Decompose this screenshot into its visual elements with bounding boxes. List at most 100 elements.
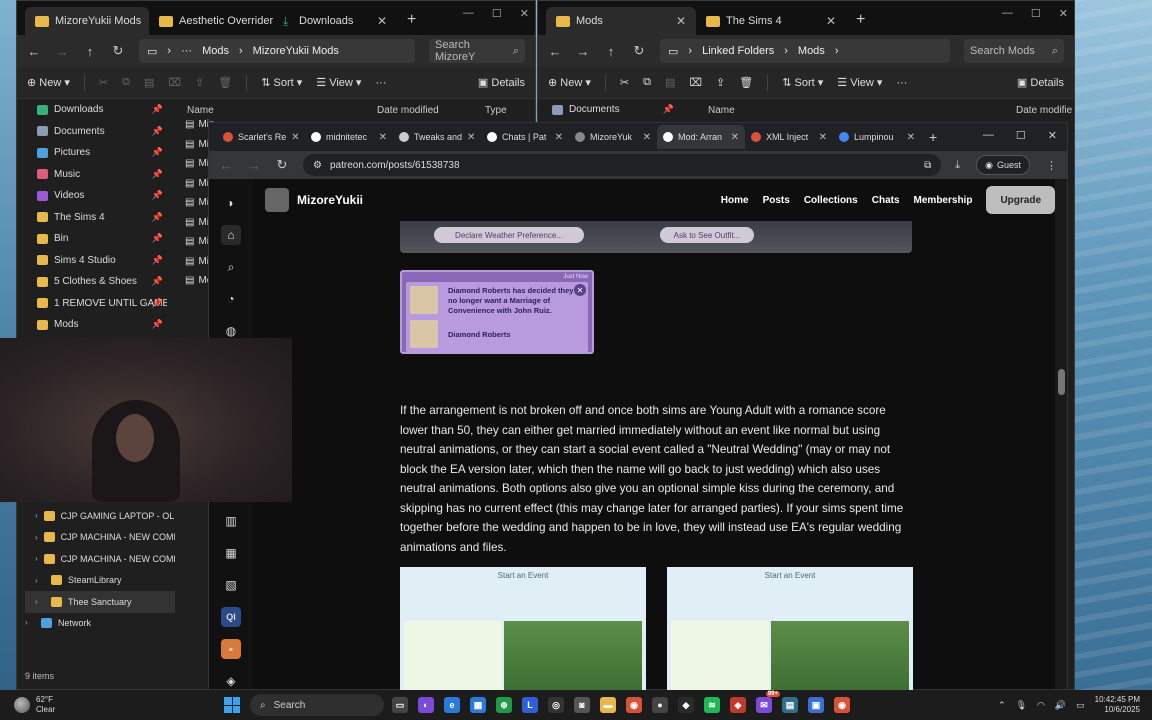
maximize-icon[interactable]: ☐ [1016, 129, 1026, 142]
delete-icon[interactable]: 🗑 [739, 76, 753, 89]
forward-arrow-icon[interactable]: → [576, 44, 590, 59]
sort-button[interactable]: ⇅ Sort ▾ [782, 76, 823, 89]
column-date-modified[interactable]: Date modifie [1016, 105, 1072, 116]
windows-start-icon[interactable] [224, 697, 240, 713]
chat-icon[interactable]: ◔ [221, 289, 241, 309]
battery-icon[interactable]: ▭ [1076, 700, 1085, 711]
clock[interactable]: 10:42:45 PM 10/6/2025 [1095, 695, 1140, 715]
tree-item[interactable]: › SteamLibrary [25, 570, 175, 592]
back-arrow-icon[interactable]: ← [219, 158, 233, 173]
browser-tab[interactable]: Lumpinou ✕ [833, 125, 921, 149]
close-tab-icon[interactable]: ✕ [907, 132, 915, 143]
maximize-icon[interactable]: ☐ [1031, 7, 1041, 20]
browser-tab[interactable]: Chats | Pat ✕ [481, 125, 569, 149]
new-button[interactable]: ⊕ New ▾ [548, 76, 591, 89]
browser-tab[interactable]: XML Inject ✕ [745, 125, 833, 149]
nav-item[interactable]: The Sims 4 📌 [17, 207, 167, 229]
new-tab-button[interactable]: + [397, 11, 426, 35]
nav-item[interactable]: 5 Clothes & Shoes 📌 [17, 271, 167, 293]
breadcrumb-item[interactable]: Mods [798, 45, 825, 57]
new-tab-button[interactable]: + [846, 11, 875, 35]
camera-icon[interactable]: ◙ [574, 697, 590, 713]
close-tab-icon[interactable]: ✕ [731, 132, 739, 143]
column-date-modified[interactable]: Date modified [377, 105, 485, 116]
page-scrollbar[interactable] [1055, 179, 1067, 689]
chevron-right-icon[interactable]: › [35, 597, 45, 606]
creator-avatar-icon[interactable]: ▦ [221, 543, 241, 563]
close-tab-icon[interactable]: ✕ [819, 132, 827, 143]
chrome-icon[interactable]: ◉ [834, 697, 850, 713]
chevron-right-icon[interactable]: › [35, 576, 45, 585]
messenger-icon[interactable]: ✉ 99+ [756, 691, 780, 713]
app-icon[interactable]: ▤ [782, 697, 798, 713]
chevron-up-icon[interactable]: ⌃ [998, 700, 1006, 711]
scrollbar-thumb[interactable] [1058, 369, 1065, 395]
browser-tab[interactable]: Scarlet's Re ✕ [217, 125, 305, 149]
creator-avatar-icon[interactable]: ▥ [221, 511, 241, 531]
minimize-icon[interactable]: — [1002, 7, 1013, 20]
profile-button[interactable]: ◉ Guest [976, 155, 1030, 175]
copilot-icon[interactable]: ◐ [418, 697, 434, 713]
nav-collections[interactable]: Collections [804, 195, 858, 206]
nav-item[interactable]: Documents 📌 [17, 121, 167, 143]
tree-item[interactable]: › CJP MACHINA - NEW COMI [25, 527, 175, 549]
tab-downloads[interactable]: ⤓ Downloads ✕ [273, 7, 397, 35]
nav-chats[interactable]: Chats [872, 195, 900, 206]
cut-icon[interactable]: ✂ [620, 76, 629, 89]
close-tab-icon[interactable]: ✕ [826, 14, 836, 28]
breadcrumb[interactable]: ▭ › ··· Mods › MizoreYukii Mods [139, 39, 415, 63]
search-input[interactable]: Search Mods ⌕ [964, 39, 1064, 63]
app-icon[interactable]: ▣ [808, 697, 824, 713]
menu-icon[interactable]: ⋮ [1046, 159, 1057, 172]
close-window-icon[interactable]: ✕ [1059, 7, 1068, 20]
volume-icon[interactable]: 🔊 [1055, 700, 1066, 711]
app-l-icon[interactable]: L [522, 697, 538, 713]
xbox-icon[interactable]: ⊕ [496, 697, 512, 713]
creator-name[interactable]: MizoreYukii [297, 193, 363, 207]
chevron-right-icon[interactable]: › [35, 554, 38, 563]
browser-tab[interactable]: midnitetec ✕ [305, 125, 393, 149]
refresh-icon[interactable]: ↻ [111, 43, 125, 59]
cut-icon[interactable]: ✂ [99, 76, 108, 89]
column-name[interactable]: Name [708, 105, 1016, 116]
nav-item[interactable]: Music 📌 [17, 164, 167, 186]
reload-icon[interactable]: ↻ [275, 157, 289, 173]
nav-home[interactable]: Home [721, 195, 749, 206]
close-tab-icon[interactable]: ✕ [643, 132, 651, 143]
mic-icon[interactable]: 🎙 [1016, 700, 1027, 711]
tab-aesthetic-overrider[interactable]: Aesthetic Overrider ✕ [149, 7, 273, 35]
more-icon[interactable]: ··· [181, 45, 192, 57]
forward-arrow-icon[interactable]: → [247, 158, 261, 173]
tab-mizoreyukii-mods[interactable]: MizoreYukii Mods ✕ [25, 7, 149, 35]
breadcrumb-item[interactable]: Mods [202, 45, 229, 57]
up-arrow-icon[interactable]: ↑ [83, 44, 97, 59]
view-button[interactable]: ☰ View ▾ [316, 76, 361, 89]
refresh-icon[interactable]: ↻ [632, 43, 646, 59]
task-view-icon[interactable]: ▭ [392, 697, 408, 713]
tree-item-network[interactable]: › Network [25, 612, 175, 634]
breadcrumb-item[interactable]: Linked Folders [702, 45, 774, 57]
close-tab-icon[interactable]: ✕ [377, 14, 387, 28]
tree-item[interactable]: › CJP MACHINA - NEW COMP [25, 548, 175, 570]
home-icon[interactable]: ⌂ [221, 225, 241, 245]
nav-item[interactable]: Bin 📌 [17, 228, 167, 250]
store-icon[interactable]: ▦ [470, 697, 486, 713]
close-window-icon[interactable]: ✕ [520, 7, 529, 20]
creator-avatar-icon[interactable]: QI [221, 607, 241, 627]
nav-posts[interactable]: Posts [763, 195, 790, 206]
tree-item[interactable]: › CJP GAMING LAPTOP - OLD [25, 505, 175, 527]
download-icon[interactable]: ⤓ [955, 159, 960, 172]
nav-item[interactable]: Mods 📌 [17, 314, 167, 336]
creator-avatar-icon[interactable]: ▧ [221, 575, 241, 595]
tab-mods[interactable]: Mods ✕ [546, 7, 696, 35]
close-tab-icon[interactable]: ✕ [555, 132, 563, 143]
paste-icon[interactable]: ▤ [665, 76, 675, 89]
address-bar[interactable]: ⚙ patreon.com/posts/61538738 ⧉ [303, 154, 942, 176]
nav-item-documents[interactable]: Documents 📌 [538, 99, 678, 121]
delete-icon[interactable]: 🗑 [218, 76, 232, 89]
details-button[interactable]: ▣ Details [478, 76, 525, 89]
more-options-icon[interactable]: ··· [896, 77, 907, 89]
nav-item[interactable]: Downloads 📌 [17, 99, 167, 121]
new-tab-button[interactable]: + [921, 129, 945, 145]
close-tab-icon[interactable]: ✕ [379, 132, 387, 143]
